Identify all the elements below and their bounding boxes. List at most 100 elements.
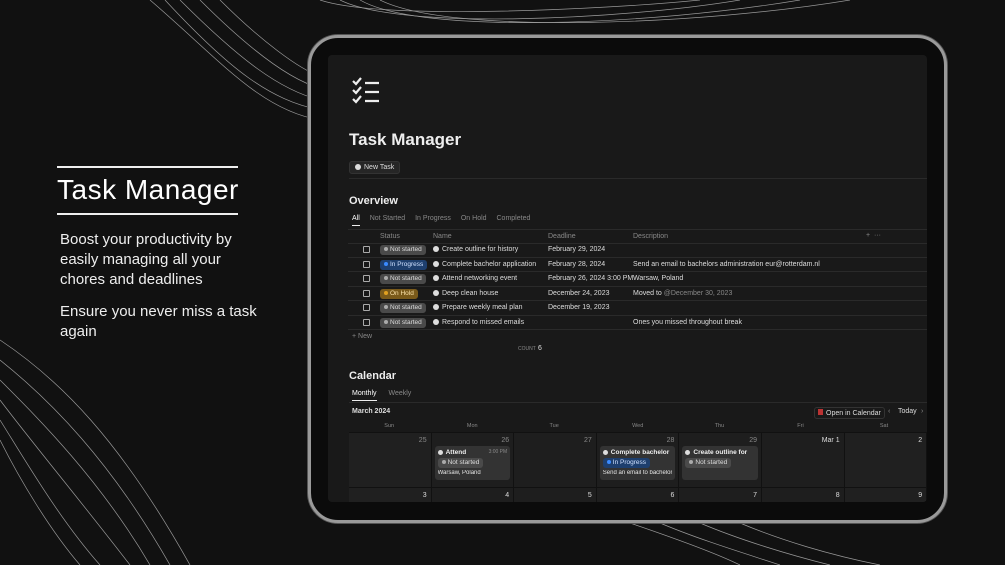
calendar-day-cell[interactable]: 8 <box>762 487 845 502</box>
calendar-heading: Calendar <box>349 370 397 382</box>
column-description[interactable]: Description <box>633 233 668 240</box>
checklist-icon <box>352 77 379 104</box>
table-row[interactable]: Not started Attend networking event Febr… <box>348 272 927 287</box>
title-rule-top <box>57 166 238 168</box>
table-header: Status Name Deadline Description + ··· <box>348 229 927 244</box>
event-title: Complete bachelor <box>610 449 670 456</box>
check-icon <box>433 318 439 325</box>
new-task-button[interactable]: New Task <box>349 161 401 174</box>
status-badge[interactable]: Not started <box>380 274 426 284</box>
tab-on-hold[interactable]: On Hold <box>461 215 487 222</box>
add-column-button[interactable]: + ··· <box>866 232 881 239</box>
status-badge: In Progress <box>602 458 651 468</box>
row-checkbox[interactable] <box>363 260 370 268</box>
tab-in-progress[interactable]: In Progress <box>415 215 451 222</box>
next-button[interactable]: › <box>921 408 923 415</box>
row-checkbox[interactable] <box>363 318 370 326</box>
calendar-icon <box>818 409 823 415</box>
calendar-event-card[interactable]: Create outline for Not started <box>682 446 758 480</box>
count-label: COUNT <box>518 346 536 352</box>
task-deadline: February 28, 2024 <box>548 260 606 268</box>
tab-not-started[interactable]: Not Started <box>370 215 405 222</box>
open-in-calendar-label: Open in Calendar <box>826 410 881 417</box>
task-name[interactable]: Complete bachelor application <box>433 261 536 268</box>
status-badge[interactable]: Not started <box>380 303 426 313</box>
event-title: Create outline for <box>693 449 748 456</box>
check-icon <box>433 246 439 253</box>
hero-paragraph-1: Boost your productivity by easily managi… <box>60 231 232 288</box>
calendar-day-cell[interactable]: 27 <box>514 432 597 487</box>
weekday-label: Mon <box>466 423 478 429</box>
table-row[interactable]: On Hold Deep clean house December 24, 20… <box>348 287 927 301</box>
tab-monthly[interactable]: Monthly <box>352 390 377 401</box>
calendar-day-cell[interactable]: 3 <box>349 487 432 502</box>
task-description: Warsaw, Poland <box>633 275 684 282</box>
weekday-label: Tue <box>549 423 559 429</box>
column-deadline[interactable]: Deadline <box>548 233 576 240</box>
calendar-day-cell[interactable]: 5 <box>514 487 597 502</box>
weekday-label: Fri <box>797 423 804 429</box>
calendar-day-cell[interactable]: Mar 1 <box>762 432 845 487</box>
row-checkbox[interactable] <box>363 304 370 311</box>
check-icon <box>437 449 443 455</box>
task-description: Send an email to bachelors administratio… <box>633 260 820 268</box>
calendar-event-card[interactable]: Complete bachelor In Progress Send an em… <box>599 446 676 480</box>
month-label: March 2024 <box>352 408 391 415</box>
row-checkbox[interactable] <box>363 275 370 282</box>
weekday-label: Thu <box>714 423 725 429</box>
status-badge[interactable]: On Hold <box>380 288 418 299</box>
check-icon <box>433 289 439 296</box>
overview-heading: Overview <box>349 195 398 207</box>
event-title: Attend <box>445 449 467 456</box>
calendar-day-cell[interactable]: 7 <box>679 487 762 502</box>
task-name[interactable]: Create outline for history <box>433 246 518 253</box>
page-title: Task Manager <box>349 130 462 149</box>
check-icon <box>433 260 439 267</box>
open-in-calendar-button[interactable]: Open in Calendar <box>814 407 885 419</box>
calendar-event-card[interactable]: Attend 3:00 PM Not started Warsaw, Poland <box>434 446 511 480</box>
column-name[interactable]: Name <box>433 233 452 240</box>
table-row[interactable]: Not started Create outline for history F… <box>348 243 927 258</box>
task-deadline: February 26, 2024 3:00 PM <box>548 275 634 282</box>
task-deadline: December 24, 2023 <box>548 289 610 297</box>
check-icon <box>602 449 608 455</box>
calendar-day-cell[interactable]: 9 <box>844 487 927 502</box>
title-rule-bottom <box>57 213 238 215</box>
status-badge[interactable]: In Progress <box>380 259 428 270</box>
calendar-day-cell[interactable]: 4 <box>431 487 515 502</box>
status-badge: Not started <box>685 458 732 468</box>
table-row[interactable]: Not started Prepare weekly meal plan Dec… <box>348 301 927 316</box>
new-row-button[interactable]: + New <box>352 333 372 340</box>
status-badge[interactable]: Not started <box>380 317 426 328</box>
task-name[interactable]: Respond to missed emails <box>433 319 524 326</box>
app-screen: Task Manager New Task Overview All Not S… <box>328 55 927 502</box>
status-badge[interactable]: Not started <box>380 245 426 255</box>
weekday-label: Sat <box>879 423 889 429</box>
row-checkbox[interactable] <box>363 246 370 253</box>
event-description: Send an email to bachelors a <box>602 470 673 476</box>
hero-title: Task Manager <box>57 174 239 205</box>
column-status[interactable]: Status <box>380 233 400 240</box>
task-description: Ones you missed throughout break <box>633 318 742 326</box>
calendar-day-cell[interactable]: 25 <box>349 432 432 487</box>
event-description: Warsaw, Poland <box>437 470 481 476</box>
weekday-label: Sun <box>384 423 395 429</box>
table-row[interactable]: In Progress Complete bachelor applicatio… <box>348 258 927 272</box>
weekday-label: Wed <box>632 423 644 429</box>
calendar-day-cell[interactable]: 6 <box>596 487 680 502</box>
prev-button[interactable]: ‹ <box>888 408 890 415</box>
tab-all[interactable]: All <box>352 215 360 226</box>
table-row[interactable]: Not started Respond to missed emails One… <box>348 316 927 330</box>
task-name[interactable]: Deep clean house <box>433 290 498 297</box>
check-icon <box>433 304 439 311</box>
task-name[interactable]: Attend networking event <box>433 275 517 282</box>
task-name[interactable]: Prepare weekly meal plan <box>433 304 523 311</box>
row-checkbox[interactable] <box>363 289 370 297</box>
hero-paragraph-2: Ensure you never miss a task again <box>60 303 257 340</box>
tab-completed[interactable]: Completed <box>497 215 531 222</box>
today-button[interactable]: Today <box>898 408 917 415</box>
divider <box>349 178 927 179</box>
calendar-day-cell[interactable]: 2 <box>844 432 927 487</box>
check-icon <box>685 449 691 455</box>
tab-weekly[interactable]: Weekly <box>388 390 411 397</box>
